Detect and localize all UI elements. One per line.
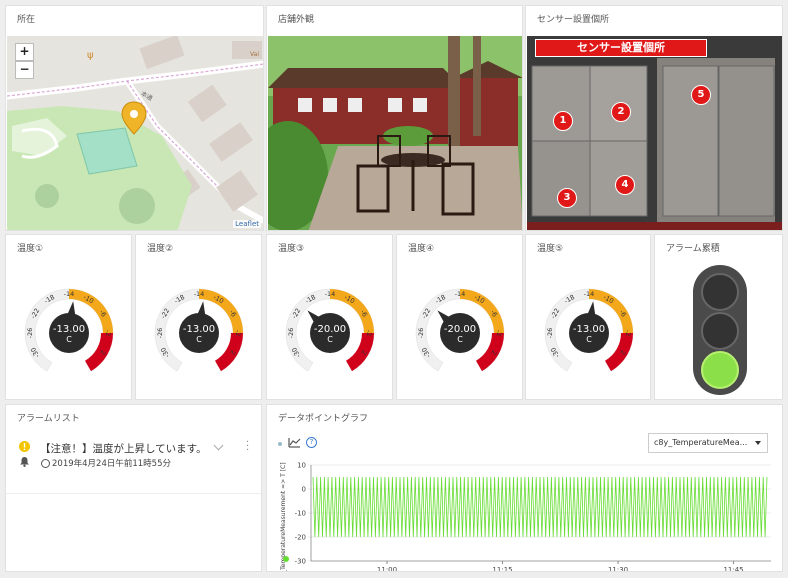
gauge-card-2: 温度② -30 -26 -22 -18 -14 -10 -6 -2 2 -13.00 C	[135, 234, 262, 400]
gauge-unit: C	[586, 335, 592, 344]
gauge-tick-label: -26	[417, 328, 425, 339]
sensor-title: センサー設置個所	[537, 15, 610, 25]
store-photo	[268, 36, 522, 230]
traffic-light	[693, 265, 747, 395]
y-tick-label: 0	[302, 486, 306, 494]
measurement-select[interactable]: c8y_TemperatureMea...	[648, 433, 768, 453]
map-edge-label: Vai	[250, 51, 259, 58]
sensor-marker-3: 3	[557, 188, 577, 208]
gauge-tick-label: -14	[64, 290, 75, 298]
measurement-select-value: c8y_TemperatureMea...	[654, 438, 748, 447]
sensor-marker-5: 5	[691, 85, 711, 105]
y-tick-label: -30	[295, 558, 306, 566]
gauge-title: 温度①	[17, 244, 44, 254]
sensor-banner: センサー設置個所	[535, 39, 707, 57]
alarm-list-item[interactable]: 【注意！】温度が上昇しています。 2019年4月24日午前11時55分 · · ·	[6, 433, 261, 494]
gauge-card-3: 温度③ -30 -26 -22 -18 -14 -10 -6 -2 2 -20.00 C	[266, 234, 393, 400]
line-chart-icon[interactable]	[288, 437, 301, 448]
datapoint-title: データポイントグラフ	[278, 414, 369, 424]
x-tick-label: 11:00	[377, 566, 397, 572]
alarm-time: 2019年4月24日午前11時55分	[52, 459, 171, 469]
gauge-tick-label: -14	[325, 290, 336, 298]
traffic-light-green-lamp	[701, 351, 739, 389]
gauge-tick-label: -2	[234, 330, 242, 336]
gauge-tick-label: -26	[156, 328, 164, 339]
more-menu-icon[interactable]: · · ·	[246, 438, 249, 456]
bell-icon	[20, 457, 29, 467]
warning-icon	[19, 441, 30, 452]
gauge-title: 温度③	[278, 244, 305, 254]
gauge-title: 温度④	[408, 244, 435, 254]
alarm-light-card: アラーム累積	[654, 234, 783, 400]
map-title: 所在	[17, 15, 36, 25]
gauge-card-4: 温度④ -30 -26 -22 -18 -14 -10 -6 -2 2 -20.00 C	[396, 234, 523, 400]
alarm-message: 【注意！】温度が上昇しています。	[40, 443, 207, 455]
y-axis-label: c8y_TemperatureMeasurement => T [C]	[280, 462, 287, 572]
gauge-unit: C	[196, 335, 202, 344]
gauge-unit: C	[66, 335, 72, 344]
sensor-marker-2: 2	[611, 102, 631, 122]
gauge-tick-label: -26	[546, 328, 554, 339]
gauge-tick-label: -2	[365, 330, 373, 336]
traffic-light-red-lamp	[701, 273, 739, 311]
temperature-gauge: -30-26-22-18 -14 -10-6-22-20.00C	[415, 288, 505, 372]
temperature-gauge: -30-26-22-18 -14 -10-6-22-13.00C	[24, 288, 114, 372]
map-card: 所在 ψ + − 本通 Vai Leaflet	[5, 5, 264, 231]
temperature-gauge: -30-26-22-18 -14 -10-6-22-20.00C	[285, 288, 375, 372]
gauge-tick-label: -14	[455, 290, 466, 298]
gauge-card-1: 温度① -30 -26 -22 -18 -14 -10 -6 -2 2 -13.00 C	[5, 234, 132, 400]
gauge-value: -20.00	[444, 324, 476, 335]
y-tick-label: 10	[297, 462, 306, 470]
datapoint-card: データポイントグラフ ? c8y_TemperatureMea... 10 0 -1…	[266, 404, 783, 572]
x-tick-label: 11:15	[492, 566, 512, 572]
clock-icon	[41, 459, 50, 468]
datapoint-chart[interactable]: 10 0 -10 -20 -30 11:00 11:15 11:30 11:45 c8y_Temp…	[267, 457, 783, 572]
gauge-title: 温度⑤	[537, 244, 564, 254]
zoom-out-button[interactable]: −	[15, 61, 34, 79]
store-card: 店舗外観	[266, 5, 523, 231]
gauge-tick-label: -14	[584, 290, 595, 298]
map-view[interactable]: ψ	[7, 36, 264, 231]
traffic-light-yellow-lamp	[701, 312, 739, 350]
gauge-tick-label: -2	[104, 330, 112, 336]
y-tick-label: -10	[295, 510, 306, 518]
sensor-marker-4: 4	[615, 175, 635, 195]
alarm-light-title: アラーム累積	[666, 244, 720, 254]
help-icon[interactable]: ?	[306, 437, 317, 448]
gauge-tick-label: -26	[287, 328, 295, 339]
chevron-down-icon[interactable]	[213, 440, 224, 451]
alarm-list-card: アラームリスト 【注意！】温度が上昇しています。 2019年4月24日午前11時…	[5, 404, 262, 572]
sensor-card: センサー設置個所 センサー設置個所 1 2 3 4 5	[525, 5, 783, 231]
x-tick-label: 11:30	[608, 566, 628, 572]
gauge-tick-label: -26	[26, 328, 34, 339]
map-attribution[interactable]: Leaflet	[233, 220, 261, 228]
sensor-marker-1: 1	[553, 111, 573, 131]
svg-text:ψ: ψ	[87, 50, 94, 61]
gauge-value: -20.00	[314, 324, 346, 335]
gauge-unit: C	[327, 335, 333, 344]
gauge-title: 温度②	[147, 244, 174, 254]
store-title: 店舗外観	[278, 15, 315, 25]
gauge-tick-label: -2	[495, 330, 503, 336]
y-tick-label: -20	[295, 534, 306, 542]
temperature-gauge: -30-26-22-18 -14 -10-6-22-13.00C	[154, 288, 244, 372]
gauge-tick-label: -2	[624, 330, 632, 336]
gauge-value: -13.00	[573, 324, 605, 335]
series-dot-icon	[278, 442, 282, 446]
x-tick-label: 11:45	[723, 566, 743, 572]
zoom-in-button[interactable]: +	[15, 43, 34, 61]
temperature-gauge: -30-26-22-18 -14 -10-6-22-13.00C	[544, 288, 634, 372]
series-marker	[283, 556, 289, 562]
alarm-list-title: アラームリスト	[17, 414, 80, 424]
gauge-value: -13.00	[53, 324, 85, 335]
dropdown-caret-icon	[755, 441, 761, 445]
gauge-value: -13.00	[183, 324, 215, 335]
gauge-unit: C	[457, 335, 463, 344]
gauge-tick-label: -14	[194, 290, 205, 298]
gauge-card-5: 温度⑤ -30 -26 -22 -18 -14 -10 -6 -2 2 -13.00 C	[525, 234, 651, 400]
